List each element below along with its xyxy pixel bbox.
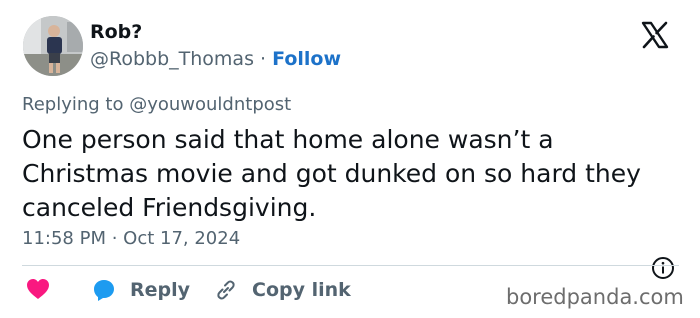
avatar[interactable] — [23, 16, 83, 76]
like-button[interactable] — [26, 278, 50, 300]
copy-link-label: Copy link — [252, 279, 351, 301]
replying-to: Replying to @youwouldntpost — [22, 94, 291, 115]
replying-to-prefix: Replying to — [22, 94, 124, 115]
link-icon — [217, 280, 235, 300]
tweet-timestamp[interactable]: 11:58 PM · Oct 17, 2024 — [22, 228, 240, 249]
tweet-text: One person said that home alone wasn’t a… — [22, 125, 641, 222]
info-icon[interactable] — [651, 256, 675, 280]
follow-button[interactable]: Follow — [272, 48, 341, 70]
watermark: boredpanda.com — [506, 285, 684, 309]
divider — [22, 265, 679, 266]
author-handle[interactable]: @Robbb_Thomas — [90, 48, 254, 70]
reply-label: Reply — [130, 279, 191, 301]
reply-button[interactable]: Reply — [92, 278, 190, 302]
avatar-photo — [23, 16, 83, 76]
x-logo-icon[interactable] — [640, 20, 670, 50]
author-handle-row: @Robbb_Thomas · Follow — [90, 48, 341, 70]
heart-icon — [27, 279, 49, 299]
replying-to-handle[interactable]: @youwouldntpost — [129, 94, 291, 115]
speech-bubble-icon — [94, 280, 114, 301]
copy-link-button[interactable]: Copy link — [214, 278, 351, 302]
separator-dot: · — [260, 48, 267, 70]
author-name[interactable]: Rob? — [90, 21, 142, 43]
